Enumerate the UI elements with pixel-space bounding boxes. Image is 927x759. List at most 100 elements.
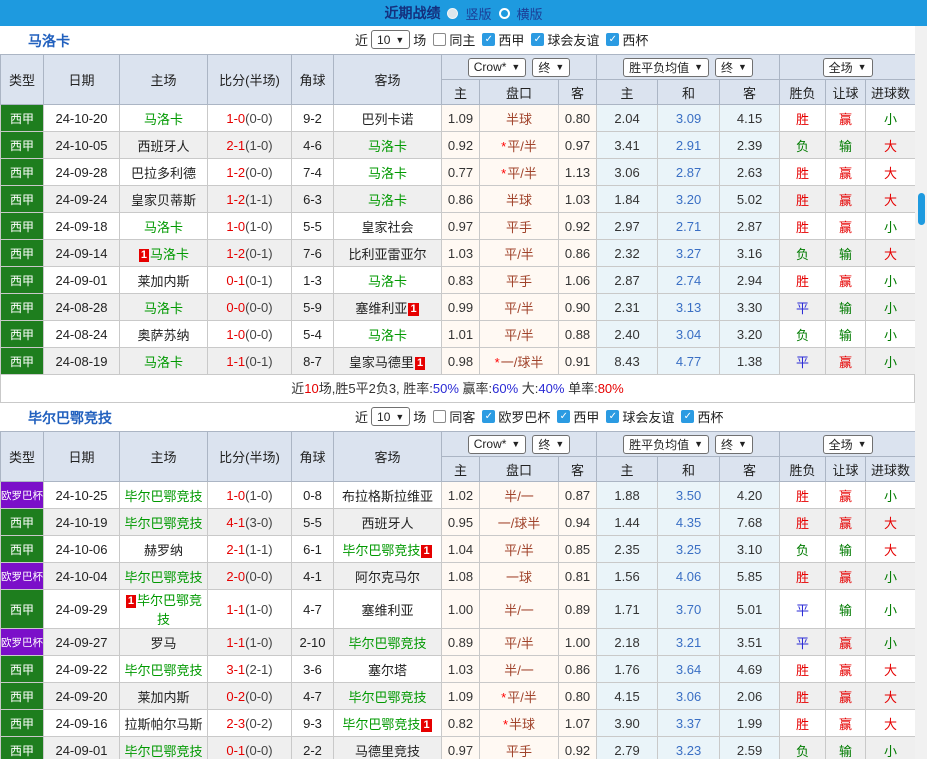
match-row: 西甲 24-09-01 莱加内斯 0-1(0-1) 1-3 马洛卡 0.83 平手 1.06 2.… — [0, 266, 917, 294]
corners-cell: 1-3 — [291, 266, 334, 294]
final-select[interactable]: 终 ▼ — [715, 57, 753, 77]
summary-part: 单率: — [564, 381, 598, 396]
same-ground-checkbox[interactable] — [433, 410, 447, 423]
match-type-badge: 西甲 — [0, 266, 44, 294]
result-cell: 负 — [779, 535, 827, 563]
match-type-badge: 西甲 — [0, 535, 44, 563]
handicap-cell: *半球 — [479, 709, 559, 737]
full-score: 2-0 — [226, 568, 246, 584]
league-checkbox[interactable]: ✓ — [681, 410, 695, 423]
corners-cell: 7-6 — [291, 239, 334, 267]
league-checkbox[interactable]: ✓ — [606, 33, 620, 46]
league-checkbox[interactable]: ✓ — [531, 33, 545, 46]
same-ground-checkbox[interactable] — [433, 33, 447, 46]
goals-result-cell: 小 — [865, 104, 917, 132]
away-odds-cell: 0.90 — [557, 293, 598, 321]
draw-odds-cell: 3.23 — [657, 736, 721, 759]
handicap-cell: 一球 — [479, 562, 559, 590]
home-team-cell: 赫罗纳 — [119, 535, 208, 563]
goals-result-cell: 大 — [865, 158, 917, 186]
market-select[interactable]: 胜平负均值 ▼ — [623, 57, 710, 77]
win-odds-cell: 4.15 — [596, 682, 659, 710]
handicap-name: 平手 — [505, 743, 532, 759]
final-select[interactable]: 终 ▼ — [715, 434, 753, 454]
home-odds-cell: 0.86 — [441, 185, 480, 213]
league-checkbox[interactable]: ✓ — [482, 410, 496, 423]
radio-horizontal[interactable] — [498, 7, 510, 19]
radio-vertical-label[interactable]: 竖版 — [465, 4, 491, 23]
result-cell: 平 — [779, 628, 827, 656]
score-cell: 0-1(0-1) — [207, 266, 292, 294]
match-count-select[interactable]: 10 ▼ — [371, 30, 411, 49]
result-cell: 负 — [779, 736, 827, 759]
result-cell: 胜 — [779, 481, 827, 509]
team-name: 毕尔巴鄂竞技 — [124, 488, 203, 504]
result-cell: 负 — [779, 131, 827, 159]
score-cell: 0-1(0-0) — [207, 736, 292, 759]
scrollbar-thumb[interactable] — [918, 193, 925, 225]
home-odds-cell: 0.83 — [441, 266, 480, 294]
corners-cell: 5-5 — [291, 508, 334, 536]
draw-odds-cell: 4.77 — [657, 347, 721, 375]
company-select[interactable]: Crow* ▼ — [467, 57, 527, 77]
handicap-name: 平/半 — [507, 165, 537, 181]
scope-select[interactable]: 全场 ▼ — [822, 434, 873, 454]
handicap-result-cell: 赢 — [825, 682, 867, 710]
goals-result-cell: 小 — [865, 481, 917, 509]
home-odds-cell: 0.82 — [441, 709, 480, 737]
goals-result-cell: 大 — [865, 535, 917, 563]
team-name: 比利亚雷亚尔 — [348, 246, 427, 262]
league-checkbox[interactable]: ✓ — [606, 410, 620, 423]
win-odds-cell: 3.06 — [596, 158, 659, 186]
chevron-down-icon: ▼ — [395, 34, 405, 45]
draw-odds-cell: 2.74 — [657, 266, 721, 294]
team-name: 拉斯帕尔马斯 — [124, 716, 203, 732]
match-row: 欧罗巴杯 24-09-27 罗马 1-1(1-0) 2-10 毕尔巴鄂竞技 0.89 平/半 1… — [0, 628, 917, 656]
win-odds-cell: 1.56 — [596, 562, 659, 590]
col-home: 主场 — [119, 431, 208, 482]
odds-dropdown-group: 胜平负均值 ▼ 终 ▼ — [596, 431, 781, 457]
summary-part: 10 — [304, 381, 319, 396]
select-value: 10 — [377, 32, 391, 47]
match-type-badge: 西甲 — [0, 508, 44, 536]
final-select[interactable]: 终 ▼ — [532, 434, 571, 454]
half-score: (0-0) — [245, 164, 273, 180]
lose-odds-cell: 2.59 — [719, 736, 781, 759]
market-select[interactable]: 胜平负均值 ▼ — [623, 434, 710, 454]
score-cell: 2-1(1-1) — [207, 535, 292, 563]
away-odds-cell: 0.92 — [557, 736, 598, 759]
handicap-result-cell: 输 — [825, 535, 867, 563]
summary-part: 大: — [518, 381, 539, 396]
radio-vertical[interactable] — [447, 7, 459, 19]
home-team-cell: 莱加内斯 — [119, 682, 208, 710]
same-ground-checkbox-label: 同主 — [449, 33, 476, 48]
date-cell: 24-10-06 — [43, 535, 120, 563]
handicap-name: 平/半 — [504, 246, 534, 262]
summary-part: 场,胜5平2负3, 胜率: — [318, 381, 433, 396]
chevron-down-icon: ▼ — [555, 439, 565, 449]
scrollbar-track[interactable] — [915, 26, 927, 759]
league-checkbox[interactable]: ✓ — [557, 410, 571, 423]
handicap-result-cell: 赢 — [825, 655, 867, 683]
lose-odds-cell: 5.01 — [719, 589, 781, 629]
company-select[interactable]: Crow* ▼ — [467, 434, 527, 454]
handicap-name: 平/半 — [504, 300, 534, 316]
corners-cell: 4-7 — [291, 682, 334, 710]
sub-win: 主 — [596, 79, 659, 105]
scope-select[interactable]: 全场 ▼ — [822, 57, 873, 77]
home-team-cell: 毕尔巴鄂竞技 — [119, 562, 208, 590]
home-odds-cell: 1.09 — [441, 682, 480, 710]
match-count-select[interactable]: 10 ▼ — [371, 407, 411, 426]
goals-result-cell: 小 — [865, 589, 917, 629]
lose-odds-cell: 2.94 — [719, 266, 781, 294]
league-checkbox[interactable]: ✓ — [482, 33, 496, 46]
final-select[interactable]: 终 ▼ — [532, 57, 571, 77]
radio-horizontal-label[interactable]: 横版 — [517, 4, 543, 23]
sub-result: 胜负 — [779, 456, 827, 482]
half-score: (0-1) — [245, 245, 273, 261]
chevron-down-icon: ▼ — [395, 411, 405, 422]
handicap-cell: 平手 — [479, 736, 559, 759]
match-type-badge: 西甲 — [0, 293, 44, 321]
result-cell: 负 — [779, 320, 827, 348]
handicap-name: 半球 — [509, 716, 536, 732]
